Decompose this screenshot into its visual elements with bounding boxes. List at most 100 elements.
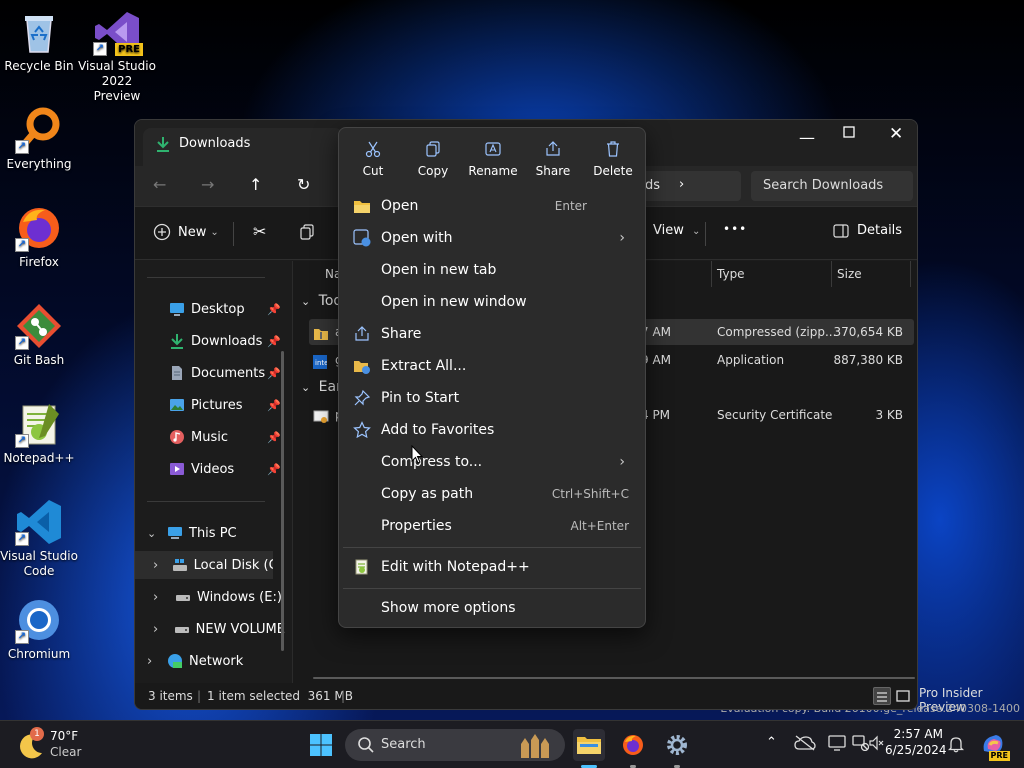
copy-button[interactable]: Copy bbox=[405, 138, 461, 182]
menu-item-share[interactable]: Share bbox=[343, 318, 641, 350]
sidebar-item-documents[interactable]: Documents 📌 bbox=[135, 359, 285, 387]
sidebar-item-network[interactable]: › Network bbox=[135, 647, 285, 675]
chevron-right-icon: › bbox=[153, 621, 159, 637]
desktop-icon-git-bash[interactable]: ↗ Git Bash bbox=[0, 302, 78, 368]
chevron-down-icon: ⌄ bbox=[692, 226, 701, 237]
desktop-icon-recycle-bin[interactable]: Recycle Bin bbox=[0, 8, 78, 74]
desktop-icon-chromium[interactable]: ↗ Chromium bbox=[0, 596, 78, 662]
back-arrow-icon[interactable]: ← bbox=[153, 175, 166, 194]
sidebar-item-desktop[interactable]: Desktop 📌 bbox=[135, 295, 285, 323]
menu-item-label: Open with bbox=[381, 230, 453, 246]
onedrive-offline-icon[interactable] bbox=[794, 735, 816, 755]
view-button[interactable]: View ⌄ bbox=[653, 223, 700, 238]
close-button[interactable]: ✕ bbox=[889, 124, 903, 144]
refresh-icon[interactable]: ↻ bbox=[297, 175, 310, 194]
search-icon bbox=[357, 736, 375, 758]
menu-item-edit-notepad-plus-plus[interactable]: Edit with Notepad++ bbox=[343, 551, 641, 583]
chevron-down-icon: ⌄ bbox=[147, 526, 157, 540]
menu-item-label: Edit with Notepad++ bbox=[381, 559, 530, 575]
sidebar-item-this-pc[interactable]: ⌄ This PC bbox=[135, 519, 285, 547]
chevron-up-icon[interactable]: ⌃ bbox=[766, 735, 777, 750]
divider: | bbox=[341, 689, 346, 703]
copilot-icon[interactable]: PRE bbox=[980, 731, 1010, 761]
rename-icon bbox=[485, 142, 501, 156]
up-arrow-icon[interactable]: ↑ bbox=[249, 175, 262, 194]
details-button[interactable]: Details bbox=[833, 223, 902, 238]
menu-item-label: Compress to... bbox=[381, 454, 483, 470]
desktop-icon-vscode[interactable]: ↗ Visual Studio Code bbox=[0, 498, 78, 579]
forward-arrow-icon[interactable]: → bbox=[201, 175, 214, 194]
sidebar-item-label: Music bbox=[191, 429, 228, 445]
desktop-icon-visual-studio[interactable]: PRE ↗ Visual Studio 2022 Preview bbox=[78, 8, 156, 104]
menu-item-open[interactable]: Open Enter bbox=[343, 190, 641, 222]
column-header-size[interactable]: Size bbox=[837, 261, 862, 287]
more-options-button[interactable]: ••• bbox=[723, 222, 747, 236]
desktop-icon-everything[interactable]: ↗ Everything bbox=[0, 106, 78, 172]
sidebar-item-windows-drive[interactable]: › Windows (E:) bbox=[135, 583, 285, 611]
sidebar-item-pictures[interactable]: Pictures 📌 bbox=[135, 391, 285, 419]
menu-item-properties[interactable]: Properties Alt+Enter bbox=[343, 510, 641, 542]
notepad-plus-plus-icon: ↗ bbox=[15, 400, 63, 448]
delete-label: Delete bbox=[593, 164, 633, 178]
notification-bell-icon[interactable] bbox=[947, 735, 965, 757]
sidebar-item-local-disk[interactable]: › Local Disk (C:) bbox=[135, 551, 273, 579]
minimize-button[interactable]: — bbox=[799, 128, 815, 147]
taskbar-settings[interactable] bbox=[661, 729, 693, 761]
menu-item-extract-all[interactable]: Extract All... bbox=[343, 350, 641, 382]
share-button[interactable]: Share bbox=[525, 138, 581, 182]
copy-icon[interactable] bbox=[299, 224, 315, 244]
menu-item-copy-as-path[interactable]: Copy as path Ctrl+Shift+C bbox=[343, 478, 641, 510]
menu-item-pin-to-start[interactable]: Pin to Start bbox=[343, 382, 641, 414]
file-size: 887,380 KB bbox=[833, 353, 903, 367]
menu-icon-spacer bbox=[353, 485, 371, 503]
column-header-type[interactable]: Type bbox=[717, 261, 745, 287]
start-button[interactable] bbox=[305, 729, 337, 761]
menu-item-label: Add to Favorites bbox=[381, 422, 495, 438]
group-header-today[interactable]: ⌄ Tod bbox=[301, 293, 342, 309]
menu-icon-spacer bbox=[353, 293, 371, 311]
shortcut-arrow-icon: ↗ bbox=[15, 140, 29, 154]
display-icon[interactable] bbox=[828, 735, 846, 755]
sidebar-item-videos[interactable]: Videos 📌 bbox=[135, 455, 285, 483]
desktop-icon-label: Notepad++ bbox=[3, 451, 75, 465]
svg-text:intel: intel bbox=[315, 359, 327, 367]
weather-widget[interactable]: 1 70°F Clear bbox=[16, 727, 126, 763]
volume-muted-icon[interactable] bbox=[868, 735, 884, 755]
music-icon bbox=[169, 429, 185, 445]
scissors-icon[interactable]: ✂ bbox=[253, 222, 266, 241]
pre-badge: PRE bbox=[115, 43, 143, 56]
desktop-icon-notepad-plus-plus[interactable]: ↗ Notepad++ bbox=[0, 400, 78, 466]
rename-button[interactable]: Rename bbox=[465, 138, 521, 182]
menu-item-open-with[interactable]: Open with › bbox=[343, 222, 641, 254]
sidebar-item-downloads[interactable]: Downloads 📌 bbox=[135, 327, 285, 355]
details-view-toggle[interactable] bbox=[873, 687, 891, 705]
clock[interactable]: 2:57 AM 6/25/2024 bbox=[885, 727, 947, 757]
tab-downloads[interactable]: Downloads bbox=[143, 128, 343, 166]
sidebar-item-music[interactable]: Music 📌 bbox=[135, 423, 285, 451]
delete-button[interactable]: Delete bbox=[585, 138, 641, 182]
horizontal-scrollbar[interactable] bbox=[313, 677, 915, 679]
shortcut-text: Alt+Enter bbox=[570, 519, 629, 533]
taskbar-search-box[interactable]: Search bbox=[345, 729, 565, 761]
menu-item-show-more-options[interactable]: Show more options bbox=[343, 592, 641, 624]
cut-button[interactable]: Cut bbox=[345, 138, 401, 182]
sidebar-item-label: NEW VOLUME bbox=[195, 621, 285, 637]
new-button[interactable]: New ⌄ bbox=[153, 223, 219, 241]
certificate-icon bbox=[313, 407, 329, 433]
divider bbox=[147, 501, 265, 502]
search-input[interactable]: Search Downloads bbox=[751, 171, 913, 201]
menu-item-open-new-tab[interactable]: Open in new tab bbox=[343, 254, 641, 286]
pre-badge: PRE bbox=[988, 751, 1010, 761]
menu-item-add-to-favorites[interactable]: Add to Favorites bbox=[343, 414, 641, 446]
details-pane-icon bbox=[833, 223, 849, 238]
tiles-view-toggle[interactable] bbox=[895, 687, 913, 705]
menu-item-compress-to[interactable]: Compress to... › bbox=[343, 446, 641, 478]
maximize-button[interactable] bbox=[843, 126, 855, 142]
menu-item-label: Open in new tab bbox=[381, 262, 497, 278]
taskbar-firefox[interactable] bbox=[617, 729, 649, 761]
sidebar-item-new-volume[interactable]: › NEW VOLUME bbox=[135, 615, 285, 643]
desktop-icon-firefox[interactable]: ↗ Firefox bbox=[0, 204, 78, 270]
taskbar-file-explorer[interactable] bbox=[573, 729, 605, 761]
sidebar-scrollbar[interactable] bbox=[281, 351, 284, 651]
menu-item-open-new-window[interactable]: Open in new window bbox=[343, 286, 641, 318]
